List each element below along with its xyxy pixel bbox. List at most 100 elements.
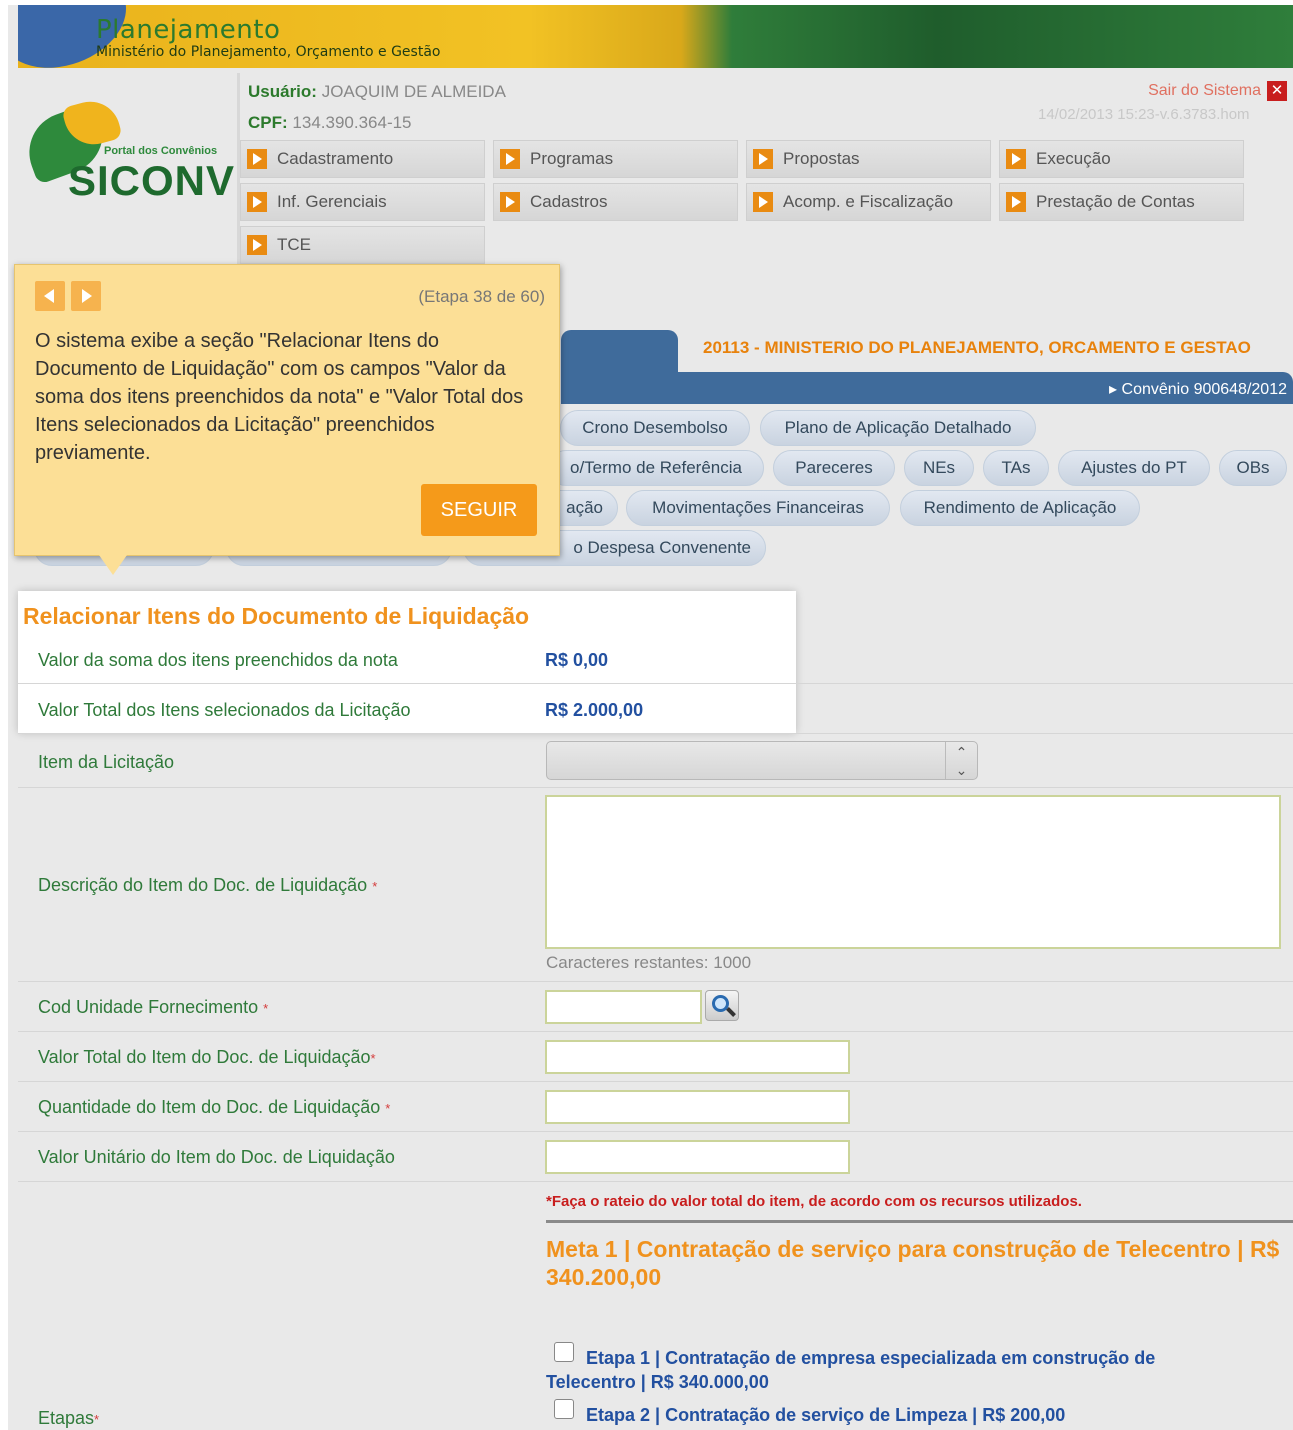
convenio-link[interactable]: ▸ Convênio 900648/2012 bbox=[1109, 379, 1287, 399]
organization-name: 20113 - MINISTERIO DO PLANEJAMENTO, ORCA… bbox=[703, 338, 1251, 357]
cpf-value: 134.390.364-15 bbox=[292, 113, 412, 132]
menu-prestacao-contas[interactable]: Prestação de Contas bbox=[999, 183, 1244, 221]
tab-label: Rendimento de Aplicação bbox=[923, 498, 1117, 517]
row-divider bbox=[18, 1031, 1293, 1032]
arrow-right-icon bbox=[247, 149, 267, 169]
soma-value: R$ 0,00 bbox=[545, 650, 609, 670]
cod-unidade-input[interactable] bbox=[545, 990, 702, 1024]
descricao-textarea[interactable] bbox=[545, 795, 1281, 949]
close-icon: ✕ bbox=[1267, 81, 1287, 101]
step-counter: (Etapa 38 de 60) bbox=[418, 287, 545, 306]
tab-obs[interactable]: OBs bbox=[1219, 450, 1287, 486]
row-divider bbox=[18, 1181, 1293, 1182]
total-licitacao-label: Valor Total dos Itens selecionados da Li… bbox=[38, 700, 411, 720]
menu-label: TCE bbox=[277, 235, 311, 254]
descricao-label: Descrição do Item do Doc. de Liquidação … bbox=[38, 875, 377, 896]
menu-propostas[interactable]: Propostas bbox=[746, 140, 991, 178]
tab-label: Pareceres bbox=[795, 458, 873, 477]
menu-acomp-fiscalizacao[interactable]: Acomp. e Fiscalização bbox=[746, 183, 991, 221]
tab-label: o Despesa Convenente bbox=[573, 538, 751, 557]
logout-label: Sair do Sistema bbox=[1148, 82, 1261, 99]
valor-total-item-input[interactable] bbox=[545, 1040, 850, 1074]
total-licitacao-value: R$ 2.000,00 bbox=[545, 700, 644, 720]
tab-label: Movimentações Financeiras bbox=[652, 498, 864, 517]
cpf-info: CPF: 134.390.364-15 bbox=[248, 113, 412, 133]
user-name: JOAQUIM DE ALMEIDA bbox=[321, 82, 506, 101]
cod-unidade-label-text: Cod Unidade Fornecimento bbox=[38, 997, 259, 1017]
etapa-1-label: Etapa 1 | Contratação de empresa especia… bbox=[546, 1348, 1156, 1392]
menu-label: Inf. Gerenciais bbox=[277, 192, 387, 211]
quantidade-input[interactable] bbox=[545, 1090, 850, 1124]
tab-nes[interactable]: NEs bbox=[904, 450, 974, 486]
tab-ajustes-pt[interactable]: Ajustes do PT bbox=[1058, 450, 1210, 486]
arrow-right-icon bbox=[753, 149, 773, 169]
required-mark: * bbox=[263, 1001, 269, 1016]
tooltip-text: O sistema exibe a seção "Relacionar Iten… bbox=[35, 330, 524, 464]
menu-cadastros[interactable]: Cadastros bbox=[493, 183, 738, 221]
menu-label: Propostas bbox=[783, 149, 860, 168]
valor-total-item-label: Valor Total do Item do Doc. de Liquidaçã… bbox=[38, 1047, 376, 1068]
meta-divider bbox=[546, 1220, 1293, 1223]
tab-label: NEs bbox=[922, 458, 956, 477]
menu-cadastramento[interactable]: Cadastramento bbox=[240, 140, 485, 178]
arrow-right-icon bbox=[1006, 192, 1026, 212]
tab-label: TAs bbox=[1001, 458, 1031, 477]
item-licitacao-label: Item da Licitação bbox=[38, 752, 175, 772]
cod-unidade-label: Cod Unidade Fornecimento * bbox=[38, 997, 268, 1018]
previous-step-button[interactable] bbox=[35, 281, 65, 311]
etapas-label-text: Etapas bbox=[38, 1408, 95, 1428]
item-licitacao-select[interactable]: ⌃ ⌄ bbox=[546, 741, 978, 780]
tab-tas[interactable]: TAs bbox=[983, 450, 1049, 486]
page: Planejamento Ministério do Planejamento,… bbox=[8, 5, 1293, 1430]
tab-termo-referencia[interactable]: o/Termo de Referência bbox=[548, 450, 764, 486]
required-mark: * bbox=[372, 879, 378, 894]
etapa-2-label: Etapa 2 | Contratação de serviço de Limp… bbox=[586, 1405, 1066, 1425]
characters-remaining: Caracteres restantes: 1000 bbox=[546, 953, 752, 972]
seguir-button[interactable]: SEGUIR bbox=[421, 484, 537, 536]
arrow-right-icon bbox=[500, 192, 520, 212]
valor-unitario-input[interactable] bbox=[545, 1140, 850, 1174]
tab-movimentacoes-financeiras[interactable]: Movimentações Financeiras bbox=[626, 490, 890, 526]
menu-label: Cadastramento bbox=[277, 149, 394, 168]
row-divider bbox=[18, 683, 1293, 684]
menu-label: Acomp. e Fiscalização bbox=[783, 192, 954, 211]
arrow-right-icon bbox=[1006, 149, 1026, 169]
next-step-button[interactable] bbox=[71, 281, 101, 311]
menu-tce[interactable]: TCE bbox=[240, 226, 485, 264]
section-title: Relacionar Itens do Documento de Liquida… bbox=[23, 603, 530, 629]
menu-execucao[interactable]: Execução bbox=[999, 140, 1244, 178]
logo-name: SICONV bbox=[68, 157, 236, 204]
process-tab[interactable] bbox=[561, 330, 678, 372]
row-divider bbox=[18, 1081, 1293, 1082]
menu-label: Programas bbox=[530, 149, 614, 168]
user-info: Usuário: JOAQUIM DE ALMEIDA bbox=[248, 82, 506, 102]
row-divider bbox=[18, 981, 1293, 982]
required-mark: * bbox=[370, 1051, 376, 1066]
tab-pareceres[interactable]: Pareceres bbox=[773, 450, 895, 486]
required-mark: * bbox=[94, 1412, 100, 1427]
tab-label: OBs bbox=[1236, 458, 1270, 477]
tab-rendimento-aplicacao[interactable]: Rendimento de Aplicação bbox=[900, 490, 1140, 526]
search-button[interactable] bbox=[705, 990, 739, 1021]
row-divider bbox=[18, 787, 1293, 788]
cpf-label: CPF: bbox=[248, 113, 288, 132]
arrow-right-icon bbox=[247, 235, 267, 255]
select-arrows-icon: ⌃ ⌄ bbox=[945, 742, 977, 779]
tab-plano-aplicacao[interactable]: Plano de Aplicação Detalhado bbox=[760, 410, 1036, 446]
menu-programas[interactable]: Programas bbox=[493, 140, 738, 178]
etapas-label: Etapas* bbox=[38, 1408, 99, 1429]
version-text: 14/02/2013 15:23-v.6.3783.hom bbox=[1038, 106, 1250, 123]
siconv-logo[interactable]: Portal dos Convênios SICONV bbox=[18, 95, 236, 205]
logo-portal-text: Portal dos Convênios bbox=[104, 145, 218, 157]
valor-unitario-label: Valor Unitário do Item do Doc. de Liquid… bbox=[38, 1147, 395, 1167]
tab-crono-desembolso[interactable]: Crono Desembolso bbox=[560, 410, 750, 446]
tab-label: Crono Desembolso bbox=[582, 418, 728, 437]
banner-title: Planejamento bbox=[96, 15, 281, 45]
arrow-right-icon bbox=[753, 192, 773, 212]
logout-link[interactable]: Sair do Sistema ✕ bbox=[1148, 81, 1287, 101]
tab-label: Plano de Aplicação Detalhado bbox=[784, 418, 1012, 437]
menu-inf-gerenciais[interactable]: Inf. Gerenciais bbox=[240, 183, 485, 221]
user-label: Usuário: bbox=[248, 82, 317, 101]
convenio-label: Convênio 900648/2012 bbox=[1121, 381, 1287, 398]
tab-label: Ajustes do PT bbox=[1081, 458, 1187, 477]
